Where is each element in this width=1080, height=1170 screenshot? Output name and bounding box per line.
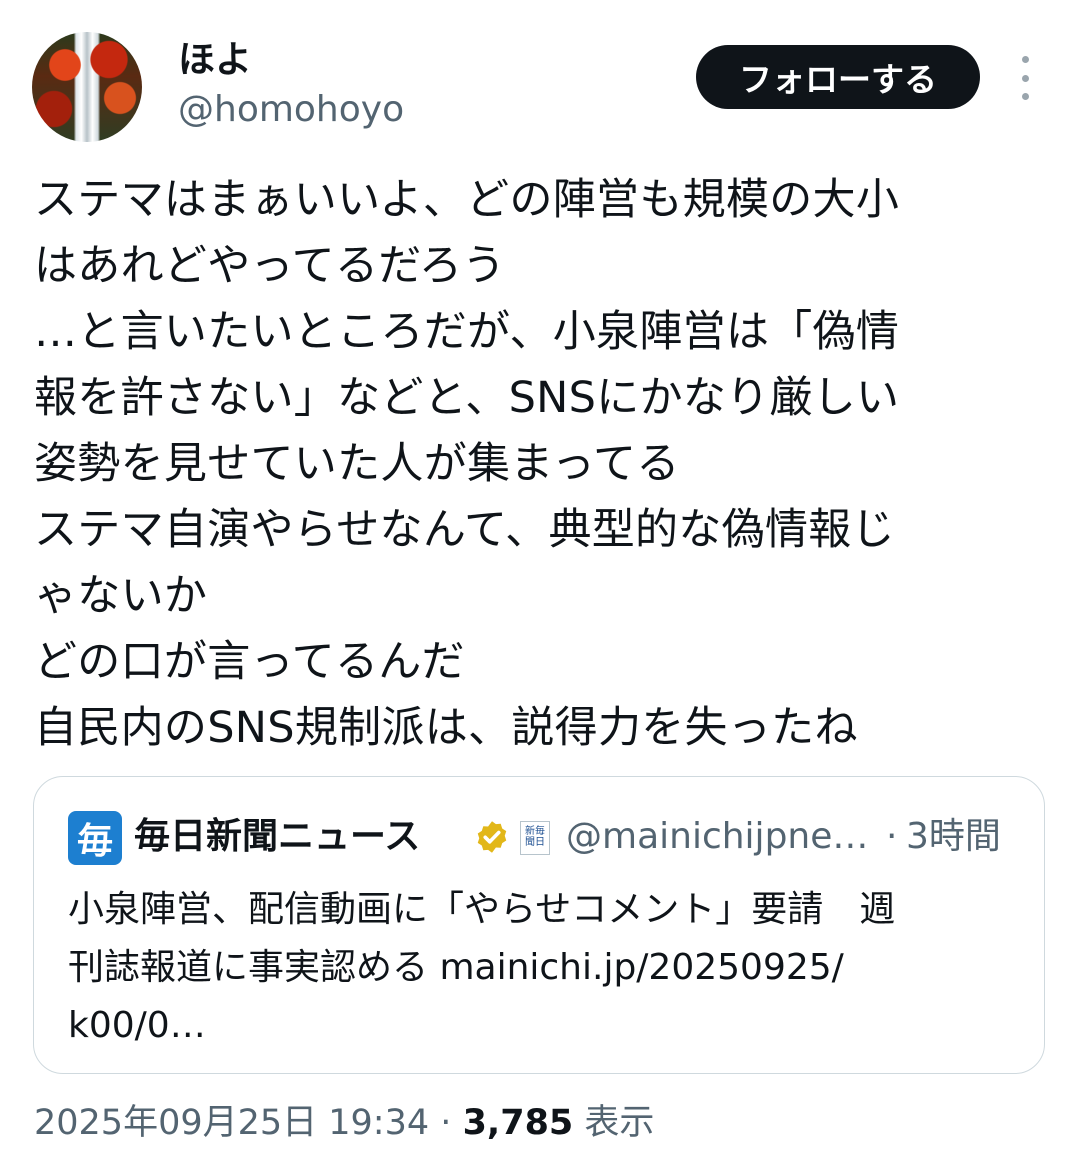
tweet-datetime[interactable]: 2025年09月25日 19:34	[34, 1103, 429, 1143]
quoted-line: 小泉陣営、配信動画に「やらせコメント」要請 週	[68, 889, 896, 930]
tweet-meta: 2025年09月25日 19:34 · 3,785 表示	[34, 1100, 654, 1146]
quoted-tweet-card[interactable]: 毎 毎日新聞ニュース 新毎聞日 @mainichijpne… · 3時間 小泉陣…	[33, 776, 1045, 1074]
verified-badge-icon	[477, 821, 507, 853]
tweet-line: ステマはまぁいいよ、どの陣営も規模の大小	[34, 175, 900, 225]
quoted-timestamp[interactable]: 3時間	[906, 813, 1001, 861]
tweet-text: ステマはまぁいいよ、どの陣営も規模の大小 はあれどやってるだろう …と言いたいと…	[34, 167, 1054, 761]
tweet-line: ステマ自演やらせなんて、典型的な偽情報じ	[34, 505, 895, 555]
quoted-author-name: 毎日新聞ニュース	[134, 816, 421, 857]
separator-dot: ·	[440, 1103, 452, 1143]
author-handle[interactable]: @homohoyo	[178, 88, 404, 132]
avatar[interactable]	[32, 32, 142, 142]
tweet-line: 自民内のSNS規制派は、説得力を失ったね	[34, 703, 858, 753]
tweet-line: ゃないか	[34, 571, 208, 621]
view-count: 3,785	[462, 1103, 574, 1143]
tweet-line: 報を許さない」などと、SNSにかなり厳しい	[34, 373, 900, 423]
quoted-line: 刊誌報道に事実認める mainichi.jp/20250925/	[68, 947, 844, 988]
quoted-line: k00/0…	[68, 1005, 206, 1046]
author-name[interactable]: ほよ	[178, 36, 252, 84]
tweet-line: 姿勢を見せていた人が集まってる	[34, 439, 680, 489]
more-options-icon[interactable]	[1012, 56, 1038, 100]
affiliation-badge: 新毎聞日	[520, 821, 550, 855]
tweet-line: はあれどやってるだろう	[34, 241, 506, 291]
tweet-line: …と言いたいところだが、小泉陣営は「偽情	[34, 307, 900, 357]
follow-button[interactable]: フォローする	[696, 45, 980, 109]
separator-dot: ·	[886, 816, 898, 857]
quoted-tweet-text: 小泉陣営、配信動画に「やらせコメント」要請 週 刊誌報道に事実認める maini…	[68, 881, 1028, 1055]
quoted-author-handle: @mainichijpne…	[566, 816, 869, 857]
mainichi-logo-icon: 毎	[68, 811, 122, 865]
views-label: 表示	[584, 1103, 655, 1143]
tweet-line: どの口が言ってるんだ	[34, 637, 465, 687]
